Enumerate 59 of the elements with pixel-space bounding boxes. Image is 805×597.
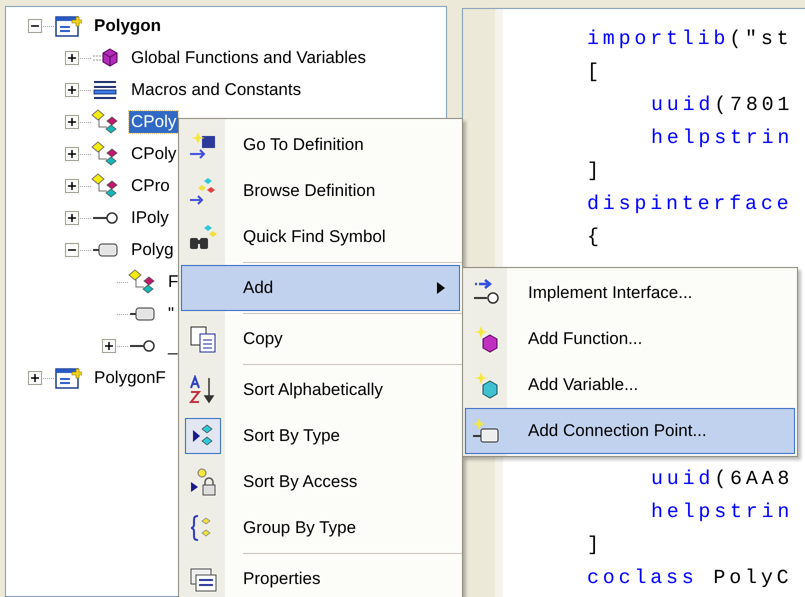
code-line: ]: [587, 533, 604, 559]
copy-icon: [188, 324, 218, 354]
code-line: ]: [587, 159, 604, 185]
menu-item[interactable]: Go To Definition: [181, 122, 460, 168]
code-line: uuid(7801: [651, 93, 794, 119]
collapse-icon[interactable]: [65, 243, 79, 257]
tree-item[interactable]: _: [166, 335, 180, 357]
expand-icon[interactable]: [65, 147, 79, 161]
menu-item[interactable]: Properties: [181, 556, 460, 597]
menu-item[interactable]: Group By Type: [181, 505, 460, 551]
tree-item[interactable]: IPoly: [129, 207, 171, 229]
code-line: coclass PolyC: [587, 566, 794, 592]
code-line: uuid(6AA8: [651, 467, 794, 493]
tree-item[interactable]: PolygonF: [92, 367, 168, 389]
tree-item[interactable]: ": [166, 303, 176, 325]
project-icon: [54, 366, 82, 390]
tree-item[interactable]: F: [166, 271, 180, 293]
code-line: importlib("st: [587, 27, 794, 53]
menu-item[interactable]: Add Connection Point...: [465, 408, 795, 454]
go-to-definition-icon: [188, 130, 218, 160]
submenu-arrow-icon: [437, 282, 445, 294]
lines-icon: [91, 78, 119, 102]
expand-icon[interactable]: [65, 211, 79, 225]
expand-icon[interactable]: [65, 83, 79, 97]
expand-icon[interactable]: [65, 51, 79, 65]
code-line: helpstrin: [651, 500, 794, 526]
menu-item[interactable]: Copy: [181, 316, 460, 362]
tree-item[interactable]: CPoly: [129, 143, 178, 165]
tree-item[interactable]: Global Functions and Variables: [129, 47, 368, 69]
code-line: helpstrin: [651, 126, 794, 152]
expand-icon[interactable]: [102, 339, 116, 353]
class-icon: [91, 173, 119, 199]
tree-item[interactable]: CPro: [129, 175, 172, 197]
expand-icon[interactable]: [65, 179, 79, 193]
tree-item[interactable]: Polyg: [129, 239, 176, 261]
project-icon: [54, 14, 82, 38]
menu-item[interactable]: Add Variable...: [465, 362, 795, 408]
menu-item[interactable]: Implement Interface...: [465, 270, 795, 316]
menu-item[interactable]: Browse Definition: [181, 168, 460, 214]
expand-icon[interactable]: [28, 371, 42, 385]
expand-icon[interactable]: [65, 115, 79, 129]
menu-item[interactable]: Sort By Type: [181, 413, 460, 459]
menu-item[interactable]: Add Function...: [465, 316, 795, 362]
menu-item[interactable]: Sort Alphabetically: [181, 367, 460, 413]
code-line: {: [587, 225, 604, 251]
menu-item[interactable]: Quick Find Symbol: [181, 214, 460, 260]
class-icon: [91, 141, 119, 167]
menu-item[interactable]: Sort By Access: [181, 459, 460, 505]
class-icon: [91, 109, 119, 135]
lock-icon: [188, 467, 218, 497]
class-icon: [128, 269, 156, 295]
tree-item[interactable]: CPoly: [129, 111, 178, 133]
menu-item[interactable]: Add: [181, 265, 460, 311]
tree-item[interactable]: Macros and Constants: [129, 79, 304, 101]
code-line: dispinterface: [587, 192, 794, 218]
tree-item[interactable]: Polygon: [92, 15, 164, 37]
collapse-icon[interactable]: [28, 19, 42, 33]
code-line: [: [587, 60, 604, 86]
binoculars-icon: [188, 222, 218, 252]
